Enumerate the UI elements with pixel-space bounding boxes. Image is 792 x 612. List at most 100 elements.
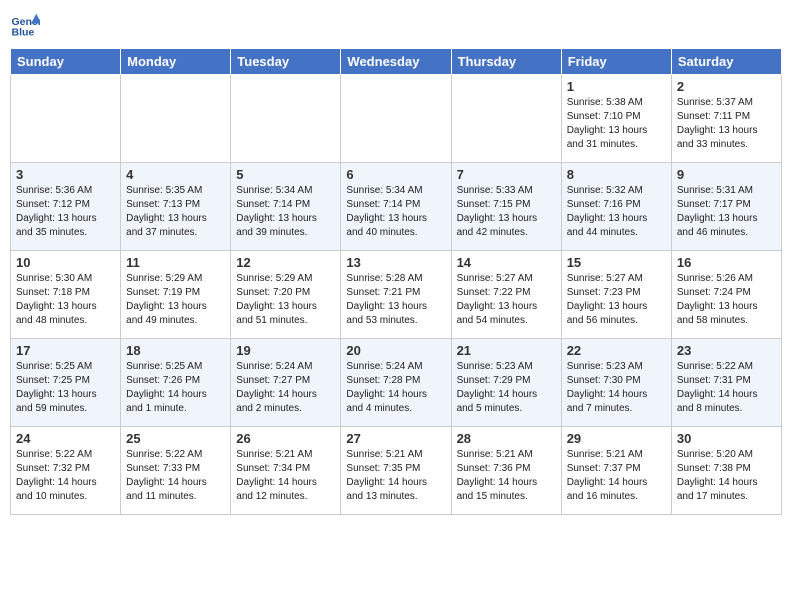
calendar-cell: 10 Sunrise: 5:30 AM Sunset: 7:18 PM Dayli… [11,251,121,339]
day-info: Sunrise: 5:34 AM Sunset: 7:14 PM Dayligh… [236,184,335,240]
day-number: 14 [457,255,556,270]
page-header: General Blue [10,10,782,40]
day-info: Sunrise: 5:28 AM Sunset: 7:21 PM Dayligh… [346,272,445,328]
calendar-cell: 13 Sunrise: 5:28 AM Sunset: 7:21 PM Dayli… [341,251,451,339]
day-number: 26 [236,431,335,446]
day-info: Sunrise: 5:25 AM Sunset: 7:25 PM Dayligh… [16,360,115,416]
calendar-cell [121,75,231,163]
calendar-cell: 5Sunrise: 5:34 AM Sunset: 7:14 PM Daylig… [231,163,341,251]
calendar-cell: 17 Sunrise: 5:25 AM Sunset: 7:25 PM Dayli… [11,339,121,427]
calendar-cell: 27 Sunrise: 5:21 AM Sunset: 7:35 PM Dayli… [341,427,451,515]
day-number: 2 [677,79,776,94]
column-header-friday: Friday [561,49,671,75]
day-number: 18 [126,343,225,358]
day-info: Sunrise: 5:32 AM Sunset: 7:16 PM Dayligh… [567,184,666,240]
calendar-cell: 18 Sunrise: 5:25 AM Sunset: 7:26 PM Dayli… [121,339,231,427]
calendar-cell: 19 Sunrise: 5:24 AM Sunset: 7:27 PM Dayli… [231,339,341,427]
day-number: 1 [567,79,666,94]
calendar-cell [11,75,121,163]
day-number: 11 [126,255,225,270]
calendar-cell: 25 Sunrise: 5:22 AM Sunset: 7:33 PM Dayli… [121,427,231,515]
calendar-week-row: 10 Sunrise: 5:30 AM Sunset: 7:18 PM Dayli… [11,251,782,339]
column-header-tuesday: Tuesday [231,49,341,75]
day-info: Sunrise: 5:27 AM Sunset: 7:22 PM Dayligh… [457,272,556,328]
calendar-cell: 1 Sunrise: 5:38 AM Sunset: 7:10 PM Daylig… [561,75,671,163]
day-number: 6 [346,167,445,182]
day-info: Sunrise: 5:20 AM Sunset: 7:38 PM Dayligh… [677,448,776,504]
day-number: 24 [16,431,115,446]
day-info: Sunrise: 5:21 AM Sunset: 7:35 PM Dayligh… [346,448,445,504]
day-info: Sunrise: 5:29 AM Sunset: 7:19 PM Dayligh… [126,272,225,328]
calendar-cell: 4 Sunrise: 5:35 AM Sunset: 7:13 PM Daylig… [121,163,231,251]
calendar-cell: 7Sunrise: 5:33 AM Sunset: 7:15 PM Daylig… [451,163,561,251]
logo-icon: General Blue [10,10,40,40]
day-info: Sunrise: 5:24 AM Sunset: 7:27 PM Dayligh… [236,360,335,416]
day-number: 22 [567,343,666,358]
calendar-cell: 20Sunrise: 5:24 AM Sunset: 7:28 PM Dayli… [341,339,451,427]
calendar-cell: 23 Sunrise: 5:22 AM Sunset: 7:31 PM Dayli… [671,339,781,427]
day-info: Sunrise: 5:34 AM Sunset: 7:14 PM Dayligh… [346,184,445,240]
day-info: Sunrise: 5:30 AM Sunset: 7:18 PM Dayligh… [16,272,115,328]
day-info: Sunrise: 5:21 AM Sunset: 7:36 PM Dayligh… [457,448,556,504]
column-header-wednesday: Wednesday [341,49,451,75]
day-info: Sunrise: 5:26 AM Sunset: 7:24 PM Dayligh… [677,272,776,328]
calendar-cell: 21Sunrise: 5:23 AM Sunset: 7:29 PM Dayli… [451,339,561,427]
day-number: 21 [457,343,556,358]
day-info: Sunrise: 5:25 AM Sunset: 7:26 PM Dayligh… [126,360,225,416]
day-number: 10 [16,255,115,270]
day-number: 19 [236,343,335,358]
svg-text:Blue: Blue [12,27,35,39]
calendar-cell [341,75,451,163]
day-number: 23 [677,343,776,358]
day-number: 25 [126,431,225,446]
calendar-cell: 14 Sunrise: 5:27 AM Sunset: 7:22 PM Dayli… [451,251,561,339]
calendar-cell: 3 Sunrise: 5:36 AM Sunset: 7:12 PM Daylig… [11,163,121,251]
day-number: 16 [677,255,776,270]
day-info: Sunrise: 5:36 AM Sunset: 7:12 PM Dayligh… [16,184,115,240]
day-number: 7 [457,167,556,182]
day-number: 30 [677,431,776,446]
day-number: 20 [346,343,445,358]
calendar-cell: 29Sunrise: 5:21 AM Sunset: 7:37 PM Dayli… [561,427,671,515]
day-number: 29 [567,431,666,446]
calendar-cell: 28 Sunrise: 5:21 AM Sunset: 7:36 PM Dayli… [451,427,561,515]
day-number: 28 [457,431,556,446]
day-number: 13 [346,255,445,270]
calendar-cell: 2 Sunrise: 5:37 AM Sunset: 7:11 PM Daylig… [671,75,781,163]
calendar-cell: 26 Sunrise: 5:21 AM Sunset: 7:34 PM Dayli… [231,427,341,515]
day-info: Sunrise: 5:21 AM Sunset: 7:34 PM Dayligh… [236,448,335,504]
day-info: Sunrise: 5:35 AM Sunset: 7:13 PM Dayligh… [126,184,225,240]
day-info: Sunrise: 5:22 AM Sunset: 7:31 PM Dayligh… [677,360,776,416]
day-info: Sunrise: 5:37 AM Sunset: 7:11 PM Dayligh… [677,96,776,152]
calendar-week-row: 17 Sunrise: 5:25 AM Sunset: 7:25 PM Dayli… [11,339,782,427]
calendar-cell: 12Sunrise: 5:29 AM Sunset: 7:20 PM Dayli… [231,251,341,339]
column-header-thursday: Thursday [451,49,561,75]
calendar-table: SundayMondayTuesdayWednesdayThursdayFrid… [10,48,782,515]
calendar-cell [231,75,341,163]
day-info: Sunrise: 5:22 AM Sunset: 7:32 PM Dayligh… [16,448,115,504]
day-number: 17 [16,343,115,358]
day-info: Sunrise: 5:27 AM Sunset: 7:23 PM Dayligh… [567,272,666,328]
day-info: Sunrise: 5:22 AM Sunset: 7:33 PM Dayligh… [126,448,225,504]
day-number: 27 [346,431,445,446]
day-info: Sunrise: 5:23 AM Sunset: 7:30 PM Dayligh… [567,360,666,416]
calendar-cell: 11 Sunrise: 5:29 AM Sunset: 7:19 PM Dayli… [121,251,231,339]
calendar-cell: 24 Sunrise: 5:22 AM Sunset: 7:32 PM Dayli… [11,427,121,515]
day-number: 4 [126,167,225,182]
day-info: Sunrise: 5:31 AM Sunset: 7:17 PM Dayligh… [677,184,776,240]
column-header-monday: Monday [121,49,231,75]
calendar-header-row: SundayMondayTuesdayWednesdayThursdayFrid… [11,49,782,75]
calendar-cell: 30 Sunrise: 5:20 AM Sunset: 7:38 PM Dayli… [671,427,781,515]
column-header-sunday: Sunday [11,49,121,75]
calendar-cell: 15 Sunrise: 5:27 AM Sunset: 7:23 PM Dayli… [561,251,671,339]
day-number: 8 [567,167,666,182]
day-number: 9 [677,167,776,182]
column-header-saturday: Saturday [671,49,781,75]
day-number: 15 [567,255,666,270]
day-info: Sunrise: 5:38 AM Sunset: 7:10 PM Dayligh… [567,96,666,152]
day-number: 12 [236,255,335,270]
calendar-cell: 6 Sunrise: 5:34 AM Sunset: 7:14 PM Daylig… [341,163,451,251]
calendar-cell [451,75,561,163]
day-number: 3 [16,167,115,182]
calendar-week-row: 24 Sunrise: 5:22 AM Sunset: 7:32 PM Dayli… [11,427,782,515]
